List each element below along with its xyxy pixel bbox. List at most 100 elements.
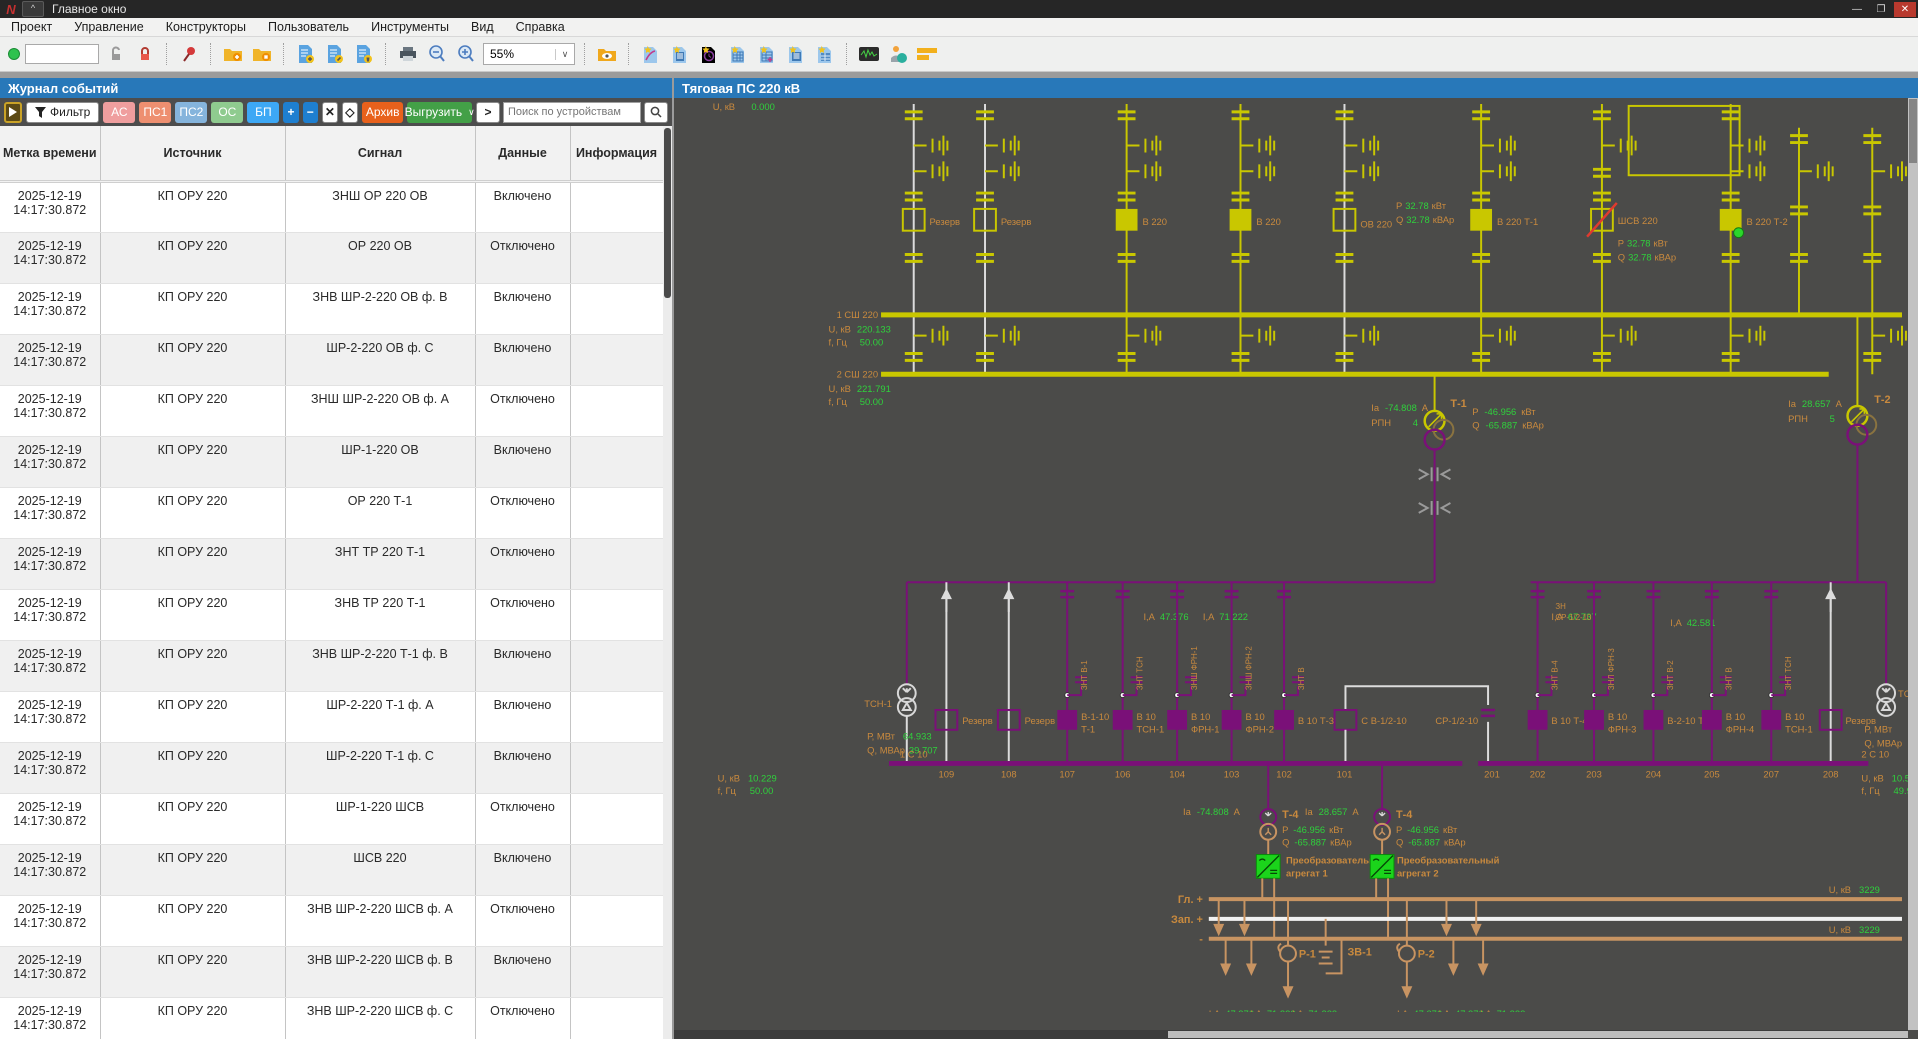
col-signal[interactable]: Сигнал <box>285 126 476 183</box>
substation-header[interactable]: Тяговая ПС 220 кВ <box>674 78 1918 98</box>
bay10-reserve-2[interactable]: Резерв <box>996 582 1055 764</box>
table-row[interactable]: 2025-12-19 14:17:30.872 КП ОРУ 220 ЗНВ ШР… <box>0 895 663 947</box>
table-row[interactable]: 2025-12-19 14:17:30.872 КП ОРУ 220 ШР-2-2… <box>0 334 663 386</box>
bay10-v210-t2[interactable]: ЗНТ В-2 В-2-10 Т-2 <box>1643 582 1713 764</box>
menu-user[interactable]: Пользователь <box>257 20 360 34</box>
dc-feeders-left[interactable]: Р-1 ЗВ-1 Р-2 <box>1213 898 1435 998</box>
device-search-input[interactable] <box>503 101 641 123</box>
filter-button[interactable]: Фильтр <box>26 101 100 123</box>
menu-help[interactable]: Справка <box>505 20 576 34</box>
table-row[interactable]: 2025-12-19 14:17:30.872 КП ОРУ 220 ЗНВ ТР… <box>0 589 663 641</box>
bay-v220-2[interactable]: В 220 <box>1229 103 1281 375</box>
panels-layout-icon[interactable] <box>915 42 939 66</box>
table-row[interactable]: 2025-12-19 14:17:30.872 КП ОРУ 220 ЗНТ ТР… <box>0 538 663 590</box>
group-bp-button[interactable]: БП <box>247 101 280 123</box>
bay10-v10-tsn1[interactable]: ЗНТ ТСН В 10 ТСН-1 <box>1112 582 1164 764</box>
user-session-icon[interactable] <box>886 42 910 66</box>
bay10-v10-tsn2[interactable]: ЗНТ ТСН В 10 ТСН-1 <box>1761 582 1813 764</box>
bay10-v10-frn4[interactable]: ЗНТ В В 10 ФРН-4 <box>1701 582 1754 764</box>
col-source[interactable]: Источник <box>100 126 286 183</box>
diagram-horizontal-scrollbar[interactable] <box>674 1030 1908 1039</box>
new-grid-document-icon[interactable] <box>813 42 837 66</box>
table-row[interactable]: 2025-12-19 14:17:30.872 КП ОРУ 220 ЗНВ ШР… <box>0 283 663 335</box>
diagram-vertical-scrollbar[interactable] <box>1908 98 1918 1030</box>
play-button[interactable] <box>4 101 23 123</box>
maximize-button[interactable]: ❐ <box>1870 2 1892 17</box>
bay10-v10-frn2[interactable]: ЗНШ ФРН-2 В 10 ФРН-2 <box>1221 582 1274 764</box>
new-log-document-icon[interactable] <box>784 42 808 66</box>
dc-bus-minus[interactable]: - <box>1199 934 1902 946</box>
expand-search-button[interactable]: > <box>476 101 500 123</box>
minimize-button[interactable]: — <box>1846 2 1868 17</box>
new-table-document-icon[interactable] <box>726 42 750 66</box>
menu-tools[interactable]: Инструменты <box>360 20 460 34</box>
zoom-level-select[interactable]: 55% ∨ <box>483 43 575 65</box>
ribbon-collapse-button[interactable]: ^ <box>22 1 44 17</box>
table-row[interactable]: 2025-12-19 14:17:30.872 КП ОРУ 220 ШР-2-2… <box>0 742 663 794</box>
print-icon[interactable] <box>396 42 420 66</box>
group-os-button[interactable]: ОС <box>211 101 244 123</box>
new-clock-document-icon[interactable] <box>697 42 721 66</box>
transformer-t1[interactable]: Iа -74.808 А РПН 4 Т-1 P -46.956 кВт Q -65.887… <box>1371 374 1544 583</box>
bay-v220-t1[interactable]: В 220 Т-1 <box>1470 103 1538 375</box>
new-trend-document-icon[interactable] <box>639 42 663 66</box>
col-timestamp[interactable]: Метка времени <box>0 126 101 183</box>
tsn1-transformer[interactable]: ТСН-1 Р, МВт 64.933 Q, МВАр 39.707 <box>864 582 938 764</box>
open-project-folder-icon[interactable] <box>221 42 245 66</box>
archive-button[interactable]: Архив <box>361 101 404 123</box>
diagram-svg[interactable]: U, кВ 0.000 Резерв Резерв В 220 В 220 ОВ… <box>674 98 1908 1019</box>
bay10-v110-t1[interactable]: ЗНТ В-1 В-1-10 Т-1 <box>1057 582 1109 764</box>
lock-icon[interactable] <box>133 42 157 66</box>
dc-bus-main-plus[interactable]: Гл. + <box>1178 894 1902 906</box>
event-log-scrollbar[interactable] <box>663 126 672 1039</box>
bay10-v10-frn1[interactable]: ЗНШ ФРН-1 В 10 ФРН-1 <box>1167 582 1220 764</box>
menu-constructors[interactable]: Конструкторы <box>155 20 257 34</box>
bay-reserve-1[interactable]: Резерв <box>901 103 960 375</box>
export-button[interactable]: Выгрузить ∨ <box>405 101 475 123</box>
table-row[interactable]: 2025-12-19 14:17:30.872 КП ОРУ 220 ШР-1-2… <box>0 793 663 845</box>
bay-ov220[interactable]: ОВ 220 P 32.78 кВт Q 32.78 кВАр <box>1332 103 1455 375</box>
close-button[interactable]: ✕ <box>1894 1 1916 17</box>
table-row[interactable]: 2025-12-19 14:17:30.872 КП ОРУ 220 ОР 220… <box>0 232 663 284</box>
group-ps1-button[interactable]: ПС1 <box>139 101 172 123</box>
bus-1ssh220[interactable]: 1 СШ 220 U, кВ 220.133 f, Гц 50.00 <box>829 309 1902 348</box>
table-row[interactable]: 2025-12-19 14:17:30.872 КП ОРУ 220 ШР-2-2… <box>0 691 663 743</box>
close-project-folder-icon[interactable] <box>250 42 274 66</box>
bay-shsv220[interactable]: ШСВ 220 P 32.78 кВт Q 32.78 кВАр <box>1586 103 1676 375</box>
zoom-out-icon[interactable] <box>425 42 449 66</box>
bay-aux-2[interactable] <box>1861 127 1907 375</box>
table-row[interactable]: 2025-12-19 14:17:30.872 КП ОРУ 220 ШР-1-2… <box>0 436 663 488</box>
bay-aux-1[interactable] <box>1788 127 1834 315</box>
bay-reserve-2[interactable]: Резерв <box>973 103 1031 375</box>
oscillogram-icon[interactable] <box>857 42 881 66</box>
status-field[interactable] <box>25 44 99 64</box>
delete-document-icon[interactable] <box>352 42 376 66</box>
group-ps2-button[interactable]: ПС2 <box>175 101 208 123</box>
menu-view[interactable]: Вид <box>460 20 505 34</box>
event-log-header[interactable]: Журнал событий <box>0 78 672 98</box>
bus-2ssh220[interactable]: 2 СШ 220 U, кВ 221.791 f, Гц 50.00 <box>829 368 1829 407</box>
new-list-document-icon[interactable] <box>668 42 692 66</box>
bay10-v10-frn3[interactable]: ЗНЛ ФРН-3 В 10 ФРН-3 <box>1584 582 1636 764</box>
pin-icon[interactable] <box>177 42 201 66</box>
table-row[interactable]: 2025-12-19 14:17:30.872 КП ОРУ 220 ШСВ 22… <box>0 844 663 896</box>
bay10-reserve-1[interactable]: Резерв <box>934 582 993 764</box>
unlock-icon[interactable] <box>104 42 128 66</box>
menu-project[interactable]: Проект <box>0 20 63 34</box>
bay10-v10-t3[interactable]: ЗНТ В В 10 Т-3 <box>1274 582 1334 764</box>
dc-feeders-right[interactable] <box>1441 898 1489 975</box>
group-as-button[interactable]: АС <box>103 101 136 123</box>
folder-view-icon[interactable] <box>595 42 619 66</box>
table-row[interactable]: 2025-12-19 14:17:30.872 КП ОРУ 220 ЗНШ ШР… <box>0 385 663 437</box>
single-line-diagram[interactable]: U, кВ 0.000 Резерв Резерв В 220 В 220 ОВ… <box>674 98 1908 1030</box>
edit-document-icon[interactable] <box>323 42 347 66</box>
search-icon[interactable] <box>644 101 668 123</box>
dc-bus-backup-plus[interactable]: Зап. + <box>1171 914 1902 926</box>
col-info[interactable]: Информация <box>570 126 663 183</box>
zoom-in-icon[interactable] <box>454 42 478 66</box>
table-row[interactable]: 2025-12-19 14:17:30.872 КП ОРУ 220 ЗНШ ОР… <box>0 181 663 233</box>
bay-v220-1[interactable]: В 220 <box>1115 103 1167 375</box>
rectifier-transformer-2[interactable]: Iа 28.657 А Т-4 P -46.956 кВт Q -65.887 кВАр П… <box>1305 763 1500 939</box>
tsn2-transformer[interactable]: ТСН-2 Р, МВт Q, МВАр <box>1864 582 1908 749</box>
bay-v220-t2[interactable]: В 220 Т-2 <box>1719 103 1788 375</box>
